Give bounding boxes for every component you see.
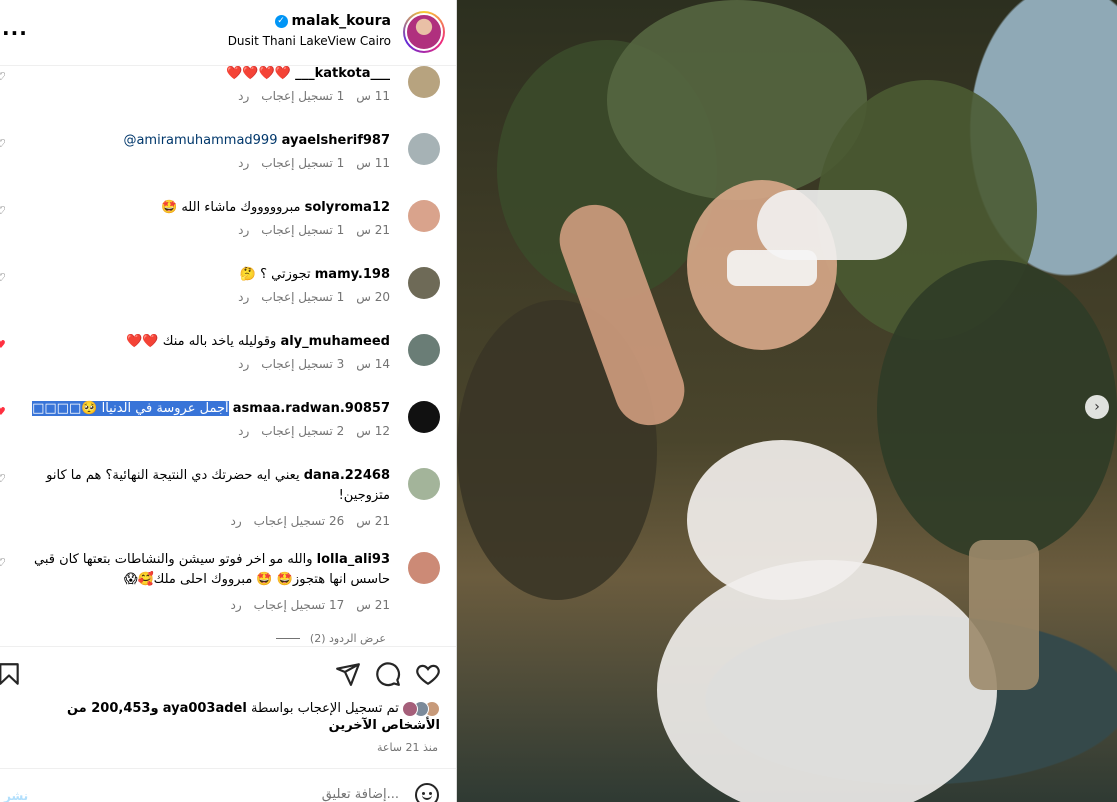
reply-button[interactable]: رد — [238, 290, 249, 304]
comment-text: mamy.198 تجوزتي ؟ 🤔 — [10, 265, 390, 285]
comment-icon[interactable] — [375, 661, 401, 687]
comment-likes[interactable]: 26 تسجيل إعجاب — [254, 514, 345, 528]
reply-button[interactable]: رد — [238, 357, 249, 371]
comment-meta: 21 س 1 تسجيل إعجاب رد — [238, 223, 390, 237]
emoji-icon[interactable] — [415, 783, 439, 802]
post-location[interactable]: Dusit Thani LakeView Cairo — [228, 34, 391, 48]
comment-time[interactable]: 14 س — [356, 357, 390, 371]
comment-meta: 20 س 1 تسجيل إعجاب رد — [238, 290, 390, 304]
more-options-button[interactable]: ... — [2, 16, 28, 40]
comment-text: aly_muhameed وقوليله ياخد باله منك ❤️❤️ — [10, 332, 390, 352]
commenter-username[interactable]: mamy.198 — [315, 267, 390, 282]
share-icon[interactable] — [335, 661, 361, 687]
comment-like-heart-icon[interactable]: ♡ — [0, 556, 6, 569]
comment-time[interactable]: 20 س — [356, 290, 390, 304]
add-comment-bar: إضافة تعليق... نشر — [0, 768, 456, 802]
view-replies-button[interactable]: عرض الردود (2) — [275, 632, 386, 645]
comment-likes[interactable]: 1 تسجيل إعجاب — [261, 89, 344, 103]
post-comment-button[interactable]: نشر — [4, 789, 28, 802]
comment-like-heart-icon[interactable]: ♥ — [0, 338, 6, 351]
comment-text: ayaelsherif987 @amiramuhammad999 — [10, 131, 390, 151]
comment-like-heart-icon[interactable]: ♡ — [0, 204, 6, 217]
comment-input[interactable]: إضافة تعليق... — [322, 787, 399, 802]
comment-like-heart-icon[interactable]: ♥ — [0, 405, 6, 418]
commenter-avatar[interactable] — [408, 552, 440, 584]
commenter-avatar[interactable] — [408, 66, 440, 98]
reply-button[interactable]: رد — [231, 514, 242, 528]
comment-likes[interactable]: 17 تسجيل إعجاب — [254, 598, 345, 612]
comment-text: lolla_ali93 والله مو اخر فوتو سيشن والنش… — [30, 550, 390, 590]
likes-summary[interactable]: تم تسجيل الإعجاب بواسطة aya003adel و200,… — [10, 700, 440, 734]
commenter-username[interactable]: aly_muhameed — [280, 334, 390, 349]
author-avatar[interactable] — [403, 11, 445, 53]
reply-button[interactable]: رد — [238, 424, 249, 438]
commenter-username[interactable]: lolla_ali93 — [317, 552, 390, 567]
comment-time[interactable]: 21 س — [356, 223, 390, 237]
comment-time[interactable]: 21 س — [356, 514, 390, 528]
comment-time[interactable]: 11 س — [356, 89, 390, 103]
comment-like-heart-icon[interactable]: ♡ — [0, 137, 6, 150]
commenter-avatar[interactable] — [408, 133, 440, 165]
comment-body: مبروووووك ماشاء الله — [181, 200, 301, 215]
comment-like-heart-icon[interactable]: ♡ — [0, 271, 6, 284]
comment-meta: 11 س 1 تسجيل إعجاب رد — [238, 156, 390, 170]
reply-button[interactable]: رد — [238, 89, 249, 103]
reply-button[interactable]: رد — [238, 223, 249, 237]
commenter-avatar[interactable] — [408, 200, 440, 232]
post-time: منذ 21 ساعة — [376, 741, 438, 754]
comment-time[interactable]: 21 س — [356, 598, 390, 612]
comment-time[interactable]: 12 س — [356, 424, 390, 438]
commenter-avatar[interactable] — [408, 267, 440, 299]
commenter-username[interactable]: ayaelsherif987 — [282, 133, 390, 148]
comment-emoji: ❤️❤️❤️❤️ — [226, 66, 291, 81]
comment-likes[interactable]: 1 تسجيل إعجاب — [261, 290, 344, 304]
comment-meta: 12 س 2 تسجيل إعجاب رد — [238, 424, 390, 438]
likers-avatars — [402, 700, 440, 717]
comment-body: أجمل عروسة في الدنياا 🥺□□□□ — [32, 401, 229, 416]
commenter-username[interactable]: dana.22468 — [304, 468, 390, 483]
comment-likes[interactable]: 1 تسجيل إعجاب — [261, 156, 344, 170]
commenter-avatar[interactable] — [408, 334, 440, 366]
comment-text: dana.22468 يعني ايه حضرتك دي النتيجة الن… — [30, 466, 390, 506]
comment-text: asmaa.radwan.90857 أجمل عروسة في الدنياا… — [10, 399, 390, 419]
post-viewer: ... ✓ malak_koura Dusit Thani LakeView C… — [0, 0, 1117, 802]
comment-body: تجوزتي ؟ — [260, 267, 311, 282]
author-username[interactable]: ✓ malak_koura — [274, 13, 391, 29]
chevron-right-icon[interactable]: › — [1085, 395, 1109, 419]
comment-likes[interactable]: 2 تسجيل إعجاب — [261, 424, 344, 438]
commenter-username[interactable]: solyroma12 — [305, 200, 390, 215]
bookmark-icon[interactable] — [0, 661, 22, 687]
comment-body: وقوليله ياخد باله منك — [162, 334, 277, 349]
comment-time[interactable]: 11 س — [356, 156, 390, 170]
comment-mention[interactable]: @amiramuhammad999 — [123, 133, 277, 148]
comment-text: solyroma12 مبروووووك ماشاء الله 🤩 — [10, 198, 390, 218]
comment-meta: 14 س 3 تسجيل إعجاب رد — [238, 357, 390, 371]
comment-emoji: ❤️❤️ — [126, 334, 159, 349]
commenter-username[interactable]: asmaa.radwan.90857 — [233, 401, 390, 416]
reply-button[interactable]: رد — [238, 156, 249, 170]
comment-text: ___katkota___ ❤️❤️❤️❤️ — [10, 64, 390, 84]
comment-likes[interactable]: 1 تسجيل إعجاب — [261, 223, 344, 237]
comment-like-heart-icon[interactable]: ♡ — [0, 472, 6, 485]
verified-badge-icon: ✓ — [274, 14, 288, 28]
commenter-avatar[interactable] — [408, 468, 440, 500]
comment-meta: 21 س 17 تسجيل إعجاب رد — [231, 598, 391, 612]
comment-likes[interactable]: 3 تسجيل إعجاب — [261, 357, 344, 371]
post-photo: › — [457, 0, 1117, 802]
comment-like-heart-icon[interactable]: ♡ — [0, 70, 6, 83]
commenter-avatar[interactable] — [408, 401, 440, 433]
comment-emoji: 🤔 — [239, 267, 256, 282]
commenter-username[interactable]: ___katkota___ — [295, 66, 390, 81]
comment-meta: 21 س 26 تسجيل إعجاب رد — [231, 514, 391, 528]
liker-username[interactable]: aya003adel — [163, 701, 247, 716]
reply-button[interactable]: رد — [231, 598, 242, 612]
post-actions — [0, 646, 456, 701]
heart-icon[interactable] — [415, 661, 441, 687]
post-header: ... ✓ malak_koura Dusit Thani LakeView C… — [0, 0, 456, 66]
comment-emoji: 🤩 — [161, 200, 178, 215]
comments-pane: ... ✓ malak_koura Dusit Thani LakeView C… — [0, 0, 457, 802]
comment-meta: 11 س 1 تسجيل إعجاب رد — [238, 89, 390, 103]
